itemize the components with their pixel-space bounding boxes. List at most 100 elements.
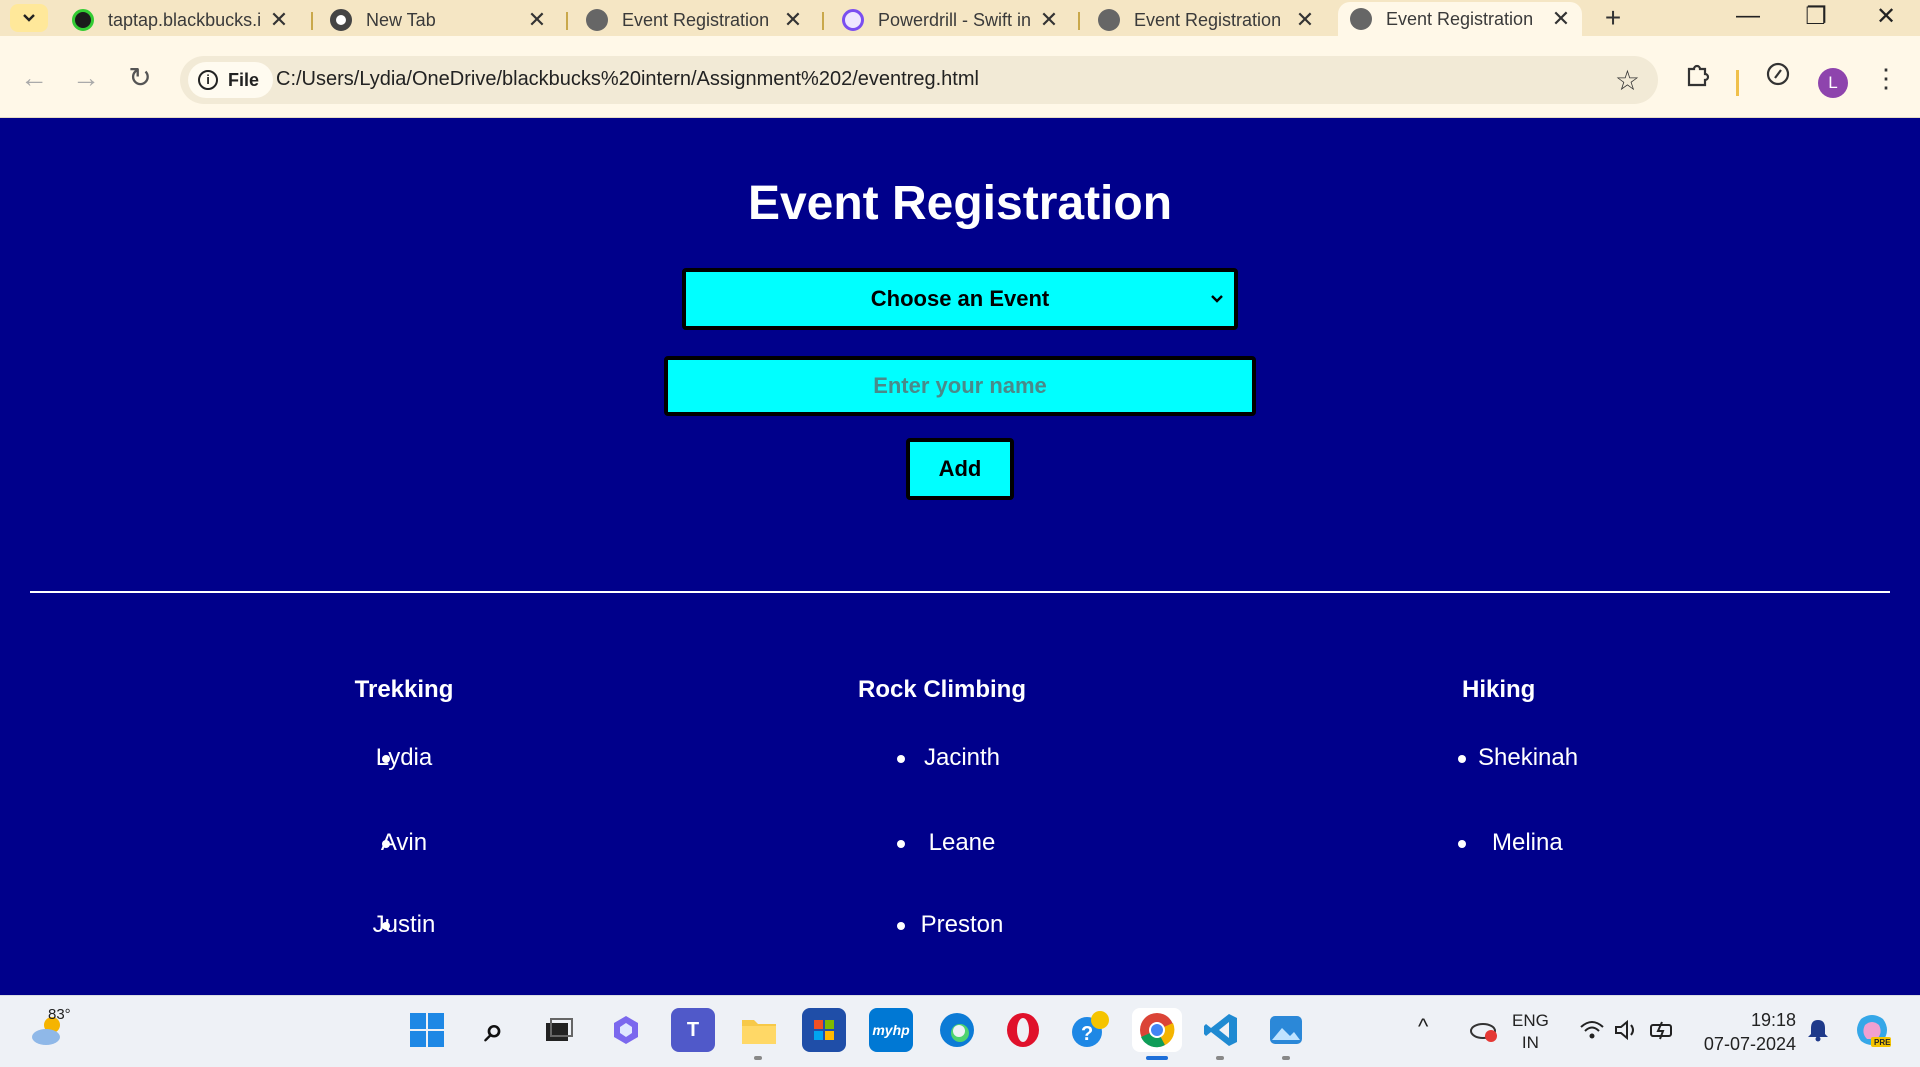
weather-temp: 83° xyxy=(48,1006,71,1023)
svg-text:PRE: PRE xyxy=(1874,1038,1891,1047)
tab-title: Event Registration xyxy=(1134,9,1282,30)
windows-icon xyxy=(410,1013,444,1047)
tab-title: taptap.blackbucks.i xyxy=(108,9,262,30)
myhp-icon[interactable]: myhp xyxy=(869,1008,913,1052)
bookmark-star-icon[interactable]: ☆ xyxy=(1615,64,1640,97)
chrome-taskbar-icon[interactable] xyxy=(1132,1008,1182,1052)
edge-icon[interactable] xyxy=(935,1008,979,1052)
taskbar: 83° ⌕ T myhp ? ^ ENG IN 19:18 07-07-2024… xyxy=(0,995,1920,1067)
close-icon[interactable]: ✕ xyxy=(1294,7,1316,33)
vscode-shape xyxy=(1204,1014,1237,1046)
onedrive-icon[interactable] xyxy=(1462,1008,1506,1052)
address-bar[interactable]: i File C:/Users/Lydia/OneDrive/blackbuck… xyxy=(180,56,1658,104)
tab-taptap[interactable]: taptap.blackbucks.i ✕ xyxy=(60,4,300,36)
tab-separator xyxy=(311,12,313,30)
list-item: Leane xyxy=(857,829,1027,911)
bullet-icon xyxy=(897,755,905,763)
battery-icon[interactable] xyxy=(1640,1008,1684,1052)
tab-search-button[interactable] xyxy=(10,4,48,32)
show-hidden-icons-icon[interactable]: ^ xyxy=(1418,1014,1428,1040)
list-item: Melina xyxy=(1440,829,1563,857)
event-column-rock-climbing: Rock Climbing Jacinth Leane Preston xyxy=(857,676,1027,939)
close-icon[interactable]: ✕ xyxy=(782,7,804,33)
clock-time: 19:18 xyxy=(1750,1010,1796,1030)
tab-new-tab[interactable]: New Tab ✕ xyxy=(318,4,558,36)
tab-event-registration-1[interactable]: Event Registration ✕ xyxy=(574,4,814,36)
back-icon[interactable]: ← xyxy=(14,58,54,98)
event-heading: Hiking xyxy=(1462,676,1536,703)
close-icon[interactable]: ✕ xyxy=(1038,7,1060,33)
tab-separator xyxy=(566,12,568,30)
get-help-icon[interactable]: ? xyxy=(1068,1008,1112,1052)
running-indicator xyxy=(1216,1056,1224,1060)
name-input[interactable] xyxy=(664,356,1256,416)
file-explorer-icon[interactable] xyxy=(737,1008,781,1052)
running-indicator xyxy=(754,1056,762,1060)
task-view-icon[interactable] xyxy=(537,1008,581,1052)
site-info-chip[interactable]: i File xyxy=(188,62,274,98)
language-indicator[interactable]: ENG IN xyxy=(1512,1010,1549,1054)
reload-icon[interactable]: ↻ xyxy=(120,58,160,98)
close-icon[interactable]: ✕ xyxy=(526,7,548,33)
add-button[interactable]: Add xyxy=(906,438,1014,500)
opera-icon[interactable] xyxy=(1001,1008,1045,1052)
globe-icon xyxy=(1098,9,1120,31)
start-button[interactable] xyxy=(405,1008,449,1052)
clock[interactable]: 19:18 07-07-2024 xyxy=(1696,1008,1796,1056)
teams-icon[interactable]: T xyxy=(671,1008,715,1052)
tab-powerdrill[interactable]: Powerdrill - Swift in ✕ xyxy=(830,4,1070,36)
forward-icon[interactable]: → xyxy=(66,58,106,98)
search-icon[interactable]: ⌕ xyxy=(472,1008,516,1052)
globe-icon xyxy=(1350,8,1372,30)
site-chip-label: File xyxy=(228,69,260,90)
bullet-icon xyxy=(897,840,905,848)
notification-bell-icon[interactable] xyxy=(1796,1008,1840,1052)
close-icon[interactable]: ✕ xyxy=(268,7,290,33)
event-select-value: Choose an Event xyxy=(870,286,1050,311)
bullet-icon xyxy=(382,755,390,763)
list-item: Lydia xyxy=(354,744,454,829)
tab-separator xyxy=(1078,12,1080,30)
tab-event-registration-active[interactable]: Event Registration ✕ xyxy=(1338,2,1582,36)
close-window-icon[interactable]: ✕ xyxy=(1866,2,1906,31)
participant-name: Melina xyxy=(1492,829,1563,856)
taptap-favicon-icon xyxy=(72,9,94,31)
folder-shape xyxy=(742,1020,776,1044)
bell-shape xyxy=(1808,1020,1828,1042)
avatar[interactable]: L xyxy=(1818,68,1848,98)
tab-event-registration-2[interactable]: Event Registration ✕ xyxy=(1086,4,1326,36)
extensions-icon[interactable] xyxy=(1678,58,1718,98)
chevron-down-icon xyxy=(1211,295,1223,303)
copilot-pre-icon[interactable]: PRE xyxy=(1850,1008,1894,1052)
vscode-icon[interactable] xyxy=(1199,1008,1243,1052)
toolbar-separator xyxy=(1736,70,1739,96)
help-shape: ? xyxy=(1072,1011,1109,1047)
new-tab-button[interactable]: + xyxy=(1596,2,1630,34)
performance-icon[interactable] xyxy=(1758,58,1798,98)
battery-shape xyxy=(1650,1021,1672,1040)
task-view-shape xyxy=(546,1018,573,1041)
bullet-icon xyxy=(1458,840,1466,848)
bullet-icon xyxy=(1458,755,1466,763)
copilot-icon[interactable] xyxy=(604,1008,648,1052)
clock-date: 07-07-2024 xyxy=(1703,1034,1796,1054)
speedometer-icon xyxy=(1766,62,1790,86)
volume-shape xyxy=(1615,1019,1634,1041)
running-indicator xyxy=(1282,1056,1290,1060)
list-item: Jacinth xyxy=(857,744,1027,829)
close-icon[interactable]: ✕ xyxy=(1550,6,1572,32)
page-title: Event Registration xyxy=(747,177,1173,230)
url-text[interactable]: C:/Users/Lydia/OneDrive/blackbucks%20int… xyxy=(276,68,979,91)
menu-kebab-icon[interactable]: ⋮ xyxy=(1866,58,1906,98)
copilot-pre-shape: PRE xyxy=(1857,1015,1891,1047)
microsoft-store-icon[interactable] xyxy=(802,1008,846,1052)
minimize-icon[interactable]: — xyxy=(1728,2,1768,30)
restore-icon[interactable]: ❐ xyxy=(1796,2,1836,31)
list-item: Justin xyxy=(354,911,454,939)
photos-icon[interactable] xyxy=(1264,1008,1308,1052)
photos-shape xyxy=(1270,1016,1302,1044)
event-select[interactable]: Choose an Event xyxy=(682,268,1238,330)
list-item: Shekinah xyxy=(1440,744,1578,829)
bullet-icon xyxy=(382,840,390,848)
info-icon: i xyxy=(198,70,218,90)
